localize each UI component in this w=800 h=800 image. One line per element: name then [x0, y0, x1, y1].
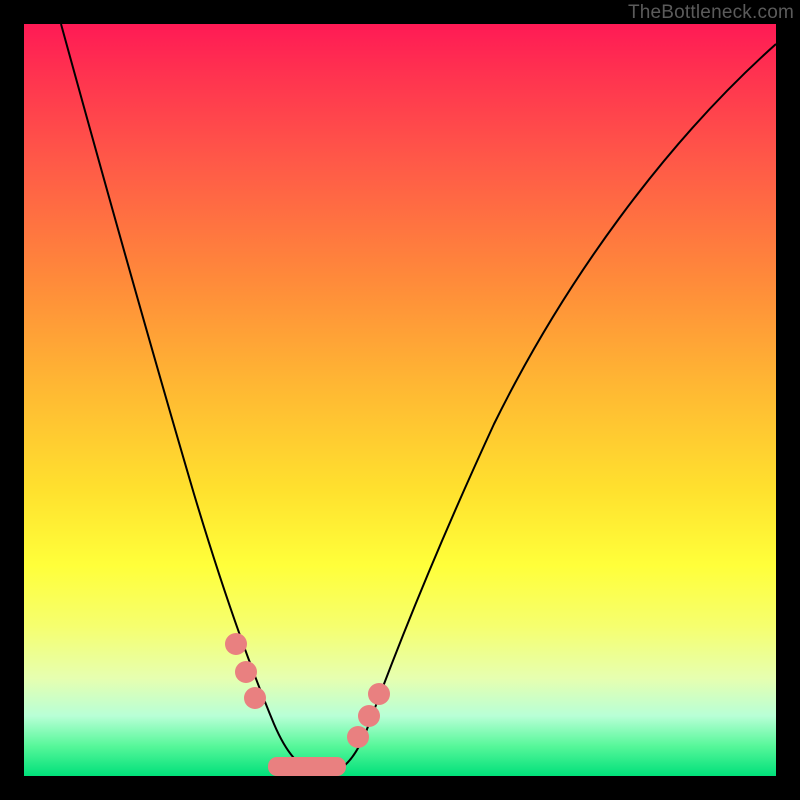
bottleneck-curve	[61, 24, 776, 773]
chart-svg	[24, 24, 776, 776]
marker-dot-icon	[358, 705, 380, 727]
curve-minimum-marker	[268, 757, 346, 776]
chart-frame: TheBottleneck.com	[0, 0, 800, 800]
marker-dot-icon	[347, 726, 369, 748]
marker-dot-icon	[235, 661, 257, 683]
marker-dot-icon	[225, 633, 247, 655]
marker-dot-icon	[244, 687, 266, 709]
marker-dot-icon	[368, 683, 390, 705]
plot-area	[24, 24, 776, 776]
watermark-text: TheBottleneck.com	[628, 2, 794, 24]
